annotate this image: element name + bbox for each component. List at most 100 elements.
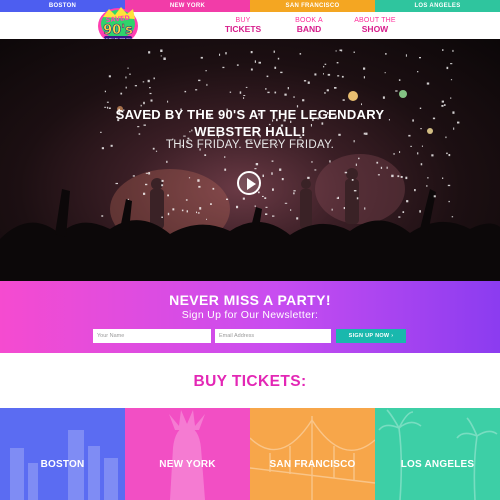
confetti-piece (393, 153, 395, 155)
confetti-piece (236, 64, 239, 66)
city-link-los-angeles[interactable]: LOS ANGELES (375, 0, 500, 12)
confetti-piece (406, 200, 409, 203)
confetti-piece (358, 157, 360, 160)
confetti-piece (446, 66, 449, 70)
nav-book-a-band[interactable]: BOOK A BAND (276, 17, 342, 34)
hero-video[interactable]: SAVED BY THE 90'S AT THE LEGENDARY WEBST… (0, 39, 500, 281)
confetti-piece (264, 197, 267, 199)
confetti-piece (353, 51, 355, 53)
confetti-piece (172, 208, 175, 211)
confetti-piece (419, 57, 421, 59)
city-link-san-francisco[interactable]: SAN FRANCISCO (250, 0, 375, 12)
confetti-piece (287, 87, 289, 90)
confetti-piece (185, 199, 188, 201)
nav-label-big: BAND (296, 24, 322, 34)
nav-label-big: TICKETS (224, 24, 262, 34)
confetti-piece (265, 88, 267, 90)
confetti-piece (265, 213, 268, 215)
confetti-piece (222, 66, 225, 69)
confetti-piece (243, 97, 245, 99)
confetti-piece (212, 187, 215, 190)
confetti-piece (243, 95, 246, 96)
confetti-piece (303, 80, 307, 82)
confetti-piece (262, 195, 264, 197)
confetti-piece (250, 51, 253, 54)
confetti-piece (148, 172, 151, 175)
confetti-piece (451, 216, 454, 218)
confetti-piece (363, 67, 366, 70)
confetti-piece (127, 198, 129, 200)
confetti-piece (399, 151, 401, 153)
tile-label: NEW YORK (159, 459, 216, 470)
confetti-piece (397, 175, 400, 178)
confetti-piece (184, 90, 187, 93)
confetti-piece (395, 90, 398, 92)
confetti-piece (385, 53, 387, 55)
confetti-piece (200, 56, 203, 59)
confetti-piece (205, 70, 207, 72)
name-input[interactable] (93, 329, 211, 343)
play-button[interactable] (237, 171, 261, 195)
confetti-piece (134, 85, 137, 87)
newsletter-subtitle: Sign Up for Our Newsletter: (181, 309, 319, 321)
confetti-piece (427, 177, 429, 179)
main-nav: BUY TICKETS BOOK A BAND ABOUT THE SHOW (210, 17, 408, 34)
confetti-piece (314, 169, 317, 171)
confetti-piece (150, 99, 153, 102)
confetti-piece (101, 215, 104, 217)
confetti-piece (426, 82, 430, 85)
confetti-piece (245, 86, 248, 88)
confetti-piece (351, 179, 354, 181)
nav-about-the-show[interactable]: ABOUT THE SHOW (342, 17, 408, 34)
hero-title-line-2: WEBSTER HALL! (194, 124, 306, 139)
confetti-piece (327, 73, 331, 76)
confetti-piece (293, 192, 295, 195)
confetti-piece (344, 171, 348, 174)
tile-san-francisco[interactable]: SAN FRANCISCO (250, 408, 375, 500)
confetti-piece (145, 172, 149, 174)
sign-up-button[interactable]: SIGN UP NOW › (336, 329, 406, 343)
confetti-piece (160, 49, 163, 52)
city-link-new-york[interactable]: NEW YORK (125, 0, 250, 12)
nav-buy-tickets[interactable]: BUY TICKETS (210, 17, 276, 34)
confetti-piece (250, 68, 253, 71)
confetti-piece (265, 206, 268, 208)
confetti-piece (198, 79, 201, 82)
confetti-piece (280, 71, 283, 74)
confetti-piece (224, 168, 227, 171)
confetti-piece (143, 101, 145, 105)
confetti-piece (147, 79, 150, 83)
confetti-piece (195, 89, 198, 91)
confetti-piece (267, 91, 270, 94)
confetti-piece (219, 53, 221, 56)
tile-boston[interactable]: BOSTON (0, 408, 125, 500)
newsletter-title: NEVER MISS A PARTY! (169, 292, 331, 308)
confetti-piece (324, 63, 327, 65)
bay-bridge-image (250, 416, 375, 500)
confetti-piece (314, 73, 317, 76)
confetti-piece (447, 184, 451, 187)
confetti-piece (161, 216, 163, 218)
confetti-piece (323, 73, 324, 75)
confetti-piece (450, 63, 453, 65)
confetti-piece (132, 175, 135, 177)
confetti-piece (299, 53, 302, 55)
newsletter-section: NEVER MISS A PARTY! Sign Up for Our News… (0, 281, 500, 353)
confetti-piece (274, 66, 277, 69)
confetti-piece (229, 91, 232, 93)
confetti-piece (127, 67, 129, 69)
confetti-piece (334, 87, 337, 89)
confetti-piece (198, 185, 201, 188)
site-header: SAVED 90's SAVED BY THE 90's BUY TICKETS… (0, 7, 500, 44)
confetti-piece (293, 190, 296, 192)
confetti-piece (417, 71, 419, 73)
boston-skyline-image (10, 430, 118, 500)
nav-label-small: BOOK A (295, 17, 323, 24)
tile-new-york[interactable]: NEW YORK (125, 408, 250, 500)
tile-los-angeles[interactable]: LOS ANGELES (375, 408, 500, 500)
email-input[interactable] (215, 329, 331, 343)
confetti-piece (142, 81, 145, 83)
confetti-piece (224, 156, 226, 158)
confetti-piece (258, 191, 260, 194)
confetti-piece (302, 99, 305, 102)
